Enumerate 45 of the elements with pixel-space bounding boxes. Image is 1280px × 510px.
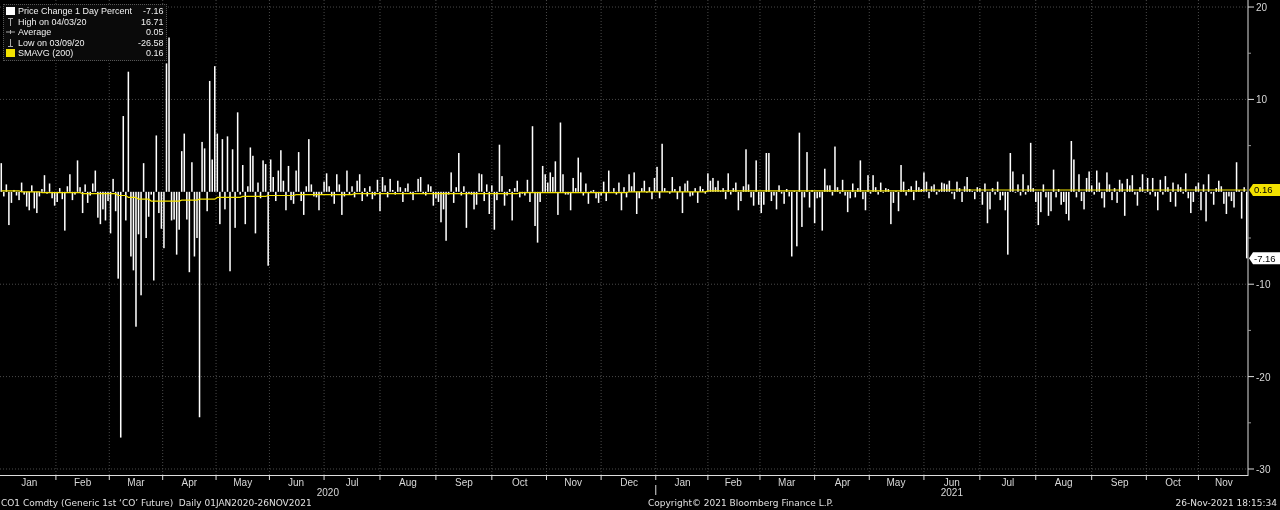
axis-label: 10 <box>1256 94 1268 106</box>
value-badge: -7.16 <box>1249 252 1280 265</box>
legend-value: 16.71 <box>140 16 164 27</box>
timestamp: 26-Nov-2021 18:15:34 <box>1175 498 1278 508</box>
legend-value: -26.58 <box>138 37 164 48</box>
axis-label: -10 <box>1256 279 1271 291</box>
axis-label: Apr <box>834 477 851 488</box>
axis-label: Jan <box>674 477 691 488</box>
axis-label: Sep <box>454 477 473 488</box>
axis-label: Jul <box>345 477 359 488</box>
axis-label: Feb <box>74 477 92 488</box>
copyright-notice: Copyright© 2021 Bloomberg Finance L.P. <box>648 498 835 508</box>
axis-label: Aug <box>399 477 417 488</box>
axis-label: 2020 <box>316 487 339 496</box>
axis-label: Jan <box>21 477 38 488</box>
axis-label: Mar <box>127 477 145 488</box>
axis-label: 20 <box>1256 2 1268 13</box>
legend-value: 0.05 <box>145 27 164 38</box>
legend-label: Low on 03/09/20 <box>18 37 86 48</box>
legend-label: SMAVG (200) <box>18 48 75 59</box>
axis-label: Nov <box>1214 477 1233 488</box>
axis-label: Jul <box>1001 477 1015 488</box>
legend-value: 0.16 <box>145 48 164 59</box>
axis-label: Jun <box>943 477 960 488</box>
axis-label: Apr <box>181 477 198 488</box>
axis-label: Aug <box>1054 477 1073 488</box>
axis-label: Jun <box>288 477 305 488</box>
axis-label: Dec <box>620 477 638 488</box>
axis-label: -30 <box>1256 464 1271 475</box>
legend-label: High on 04/03/20 <box>18 16 88 27</box>
legend-label: Average <box>18 27 53 38</box>
axis-label: Nov <box>564 477 583 488</box>
axis-label: Mar <box>778 477 796 488</box>
axis-label: Feb <box>724 477 742 488</box>
value-badge: 0.16 <box>1249 183 1280 196</box>
legend-value: -7.16 <box>142 6 164 17</box>
axis-label: May <box>233 477 253 488</box>
axis-label: -20 <box>1256 371 1271 383</box>
axis-label: Sep <box>1110 477 1129 488</box>
axis-label: 2021 <box>940 487 963 496</box>
legend-label: Price Change 1 Day Percent <box>18 6 134 17</box>
axis-label: Oct <box>512 477 528 488</box>
security-description: CO1 Comdty (Generic 1st ‘CO’ Future) Daily 01JAN2020-26NOV2021 <box>0 498 313 508</box>
axis-label: May <box>886 477 906 488</box>
axis-label: Oct <box>1165 477 1181 488</box>
